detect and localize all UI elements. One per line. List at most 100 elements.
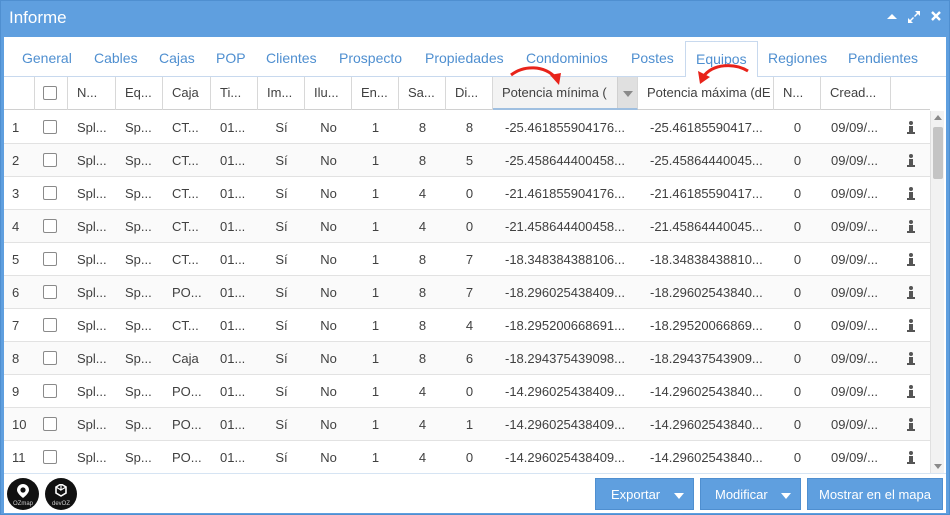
table-row[interactable]: 5 Spl... Sp... CT... 01... Sí No 1 8 7 -18.3483843… — [4, 243, 930, 276]
scroll-down-arrow-icon[interactable] — [934, 464, 942, 469]
table-cell: 1 — [465, 417, 474, 432]
table-cell: 8 — [418, 153, 427, 168]
header-column[interactable]: Eq... — [116, 77, 163, 110]
tab-cajas[interactable]: Cajas — [159, 50, 195, 66]
table-cell: 8 — [465, 120, 474, 135]
tab-prospecto[interactable]: Prospecto — [339, 50, 402, 66]
table-row[interactable]: 2 Spl... Sp... CT... 01... Sí No 1 8 5 -25.4586444… — [4, 144, 930, 177]
tab-clientes[interactable]: Clientes — [266, 50, 317, 66]
row-checkbox[interactable] — [43, 417, 57, 431]
table-row[interactable]: 8 Spl... Sp... Caja 01... Sí No 1 8 6 -18.29437543… — [4, 342, 930, 375]
table-row[interactable]: 11 Spl... Sp... PO... 01... Sí No 1 4 0 -14.296025… — [4, 441, 930, 473]
row-checkbox[interactable] — [43, 252, 57, 266]
row-checkbox[interactable] — [43, 318, 57, 332]
header-column[interactable]: N... — [68, 77, 116, 110]
row-number: 11 — [12, 450, 26, 465]
header-column[interactable]: Caja — [163, 77, 211, 110]
table-cell: Sí — [275, 186, 288, 201]
header-column[interactable]: Cread... — [821, 77, 891, 110]
table-cell: No — [320, 351, 337, 366]
table-cell: 4 — [465, 318, 474, 333]
info-icon[interactable] — [907, 342, 921, 375]
table-cell: No — [320, 417, 337, 432]
tab-regiones[interactable]: Regiones — [768, 50, 827, 66]
table-row[interactable]: 7 Spl... Sp... CT... 01... Sí No 1 8 4 -18.2952006… — [4, 309, 930, 342]
header-column[interactable]: Sa... — [399, 77, 446, 110]
tab-condominios[interactable]: Condominios — [526, 50, 608, 66]
header-column[interactable]: N... — [774, 77, 821, 110]
row-checkbox[interactable] — [43, 219, 57, 233]
table-cell: No — [320, 219, 337, 234]
header-potencia-maxima[interactable]: Potencia máxima (dE — [638, 77, 774, 110]
header-column[interactable]: Ti... — [211, 77, 258, 110]
info-icon[interactable] — [907, 177, 921, 210]
show-on-map-button[interactable]: Mostrar en el mapa — [807, 478, 943, 510]
row-checkbox[interactable] — [43, 186, 57, 200]
table-cell: Sp... — [125, 384, 152, 399]
info-icon[interactable] — [907, 210, 921, 243]
select-all-checkbox[interactable] — [43, 86, 57, 100]
window-titlebar[interactable]: Informe — [1, 1, 949, 36]
header-select-all[interactable] — [35, 77, 68, 110]
info-icon[interactable] — [907, 309, 921, 342]
scrollbar-thumb[interactable] — [933, 127, 943, 179]
table-cell: 01... — [220, 384, 246, 399]
tab-cables[interactable]: Cables — [94, 50, 138, 66]
table-cell: 09/09/... — [831, 153, 878, 168]
table-cell: Spl... — [77, 186, 107, 201]
info-icon[interactable] — [907, 408, 921, 441]
table-row[interactable]: 4 Spl... Sp... CT... 01... Sí No 1 4 0 -21.4586444… — [4, 210, 930, 243]
table-row[interactable]: 9 Spl... Sp... PO... 01... Sí No 1 4 0 -14.2960254… — [4, 375, 930, 408]
tab-general[interactable]: General — [22, 50, 72, 66]
header-column[interactable]: Im... — [258, 77, 305, 110]
scroll-up-arrow-icon[interactable] — [934, 115, 942, 120]
tab-equipos[interactable]: Equipos — [685, 41, 758, 78]
tab-propiedades[interactable]: Propiedades — [425, 50, 504, 66]
row-checkbox[interactable] — [43, 153, 57, 167]
row-checkbox-cell — [43, 309, 63, 342]
close-icon[interactable] — [929, 10, 943, 24]
row-checkbox[interactable] — [43, 384, 57, 398]
header-column[interactable]: En... — [352, 77, 399, 110]
vertical-scrollbar[interactable] — [930, 111, 944, 473]
table-cell: Spl... — [77, 417, 107, 432]
table-row[interactable]: 3 Spl... Sp... CT... 01... Sí No 1 4 0 -21.4618559… — [4, 177, 930, 210]
table-cell: Sí — [275, 120, 288, 135]
tab-postes[interactable]: Postes — [631, 50, 674, 66]
table-row[interactable]: 10 Spl... Sp... PO... 01... Sí No 1 4 1 -14.296025… — [4, 408, 930, 441]
table-cell: No — [320, 384, 337, 399]
table-cell: -14.29602543840... — [650, 384, 763, 399]
table-row[interactable]: 6 Spl... Sp... PO... 01... Sí No 1 8 7 -18.2960254… — [4, 276, 930, 309]
table-cell: Sp... — [125, 285, 152, 300]
report-content: General Cables Cajas POP Clientes Prospe… — [4, 37, 946, 513]
export-button[interactable]: Exportar — [595, 478, 694, 510]
header-column[interactable]: Ilu... — [305, 77, 352, 110]
info-icon[interactable] — [907, 441, 921, 473]
info-icon[interactable] — [907, 375, 921, 408]
column-menu-trigger[interactable] — [617, 77, 637, 108]
table-cell: -21.46185590417... — [650, 186, 763, 201]
header-column[interactable]: Di... — [446, 77, 493, 110]
info-icon[interactable] — [907, 144, 921, 177]
table-cell: -18.29602543840... — [650, 285, 763, 300]
tab-pendientes[interactable]: Pendientes — [848, 50, 918, 66]
tab-pop[interactable]: POP — [216, 50, 246, 66]
modify-button[interactable]: Modificar — [700, 478, 801, 510]
row-checkbox[interactable] — [43, 120, 57, 134]
table-cell: 1 — [371, 219, 380, 234]
table-cell: Sí — [275, 219, 288, 234]
info-icon[interactable] — [907, 111, 921, 144]
table-row[interactable]: 1 Spl... Sp... CT... 01... Sí No 1 8 8 -25.4618559… — [4, 111, 930, 144]
expand-icon[interactable] — [907, 10, 921, 24]
row-checkbox[interactable] — [43, 351, 57, 365]
row-number: 8 — [12, 351, 20, 366]
row-checkbox[interactable] — [43, 285, 57, 299]
table-cell: 1 — [371, 384, 380, 399]
header-potencia-minima[interactable]: Potencia mínima ( — [493, 77, 638, 110]
collapse-icon[interactable] — [885, 10, 899, 24]
info-icon[interactable] — [907, 243, 921, 276]
table-cell: Sí — [275, 384, 288, 399]
info-icon[interactable] — [907, 276, 921, 309]
table-cell: Spl... — [77, 120, 107, 135]
row-checkbox[interactable] — [43, 450, 57, 464]
